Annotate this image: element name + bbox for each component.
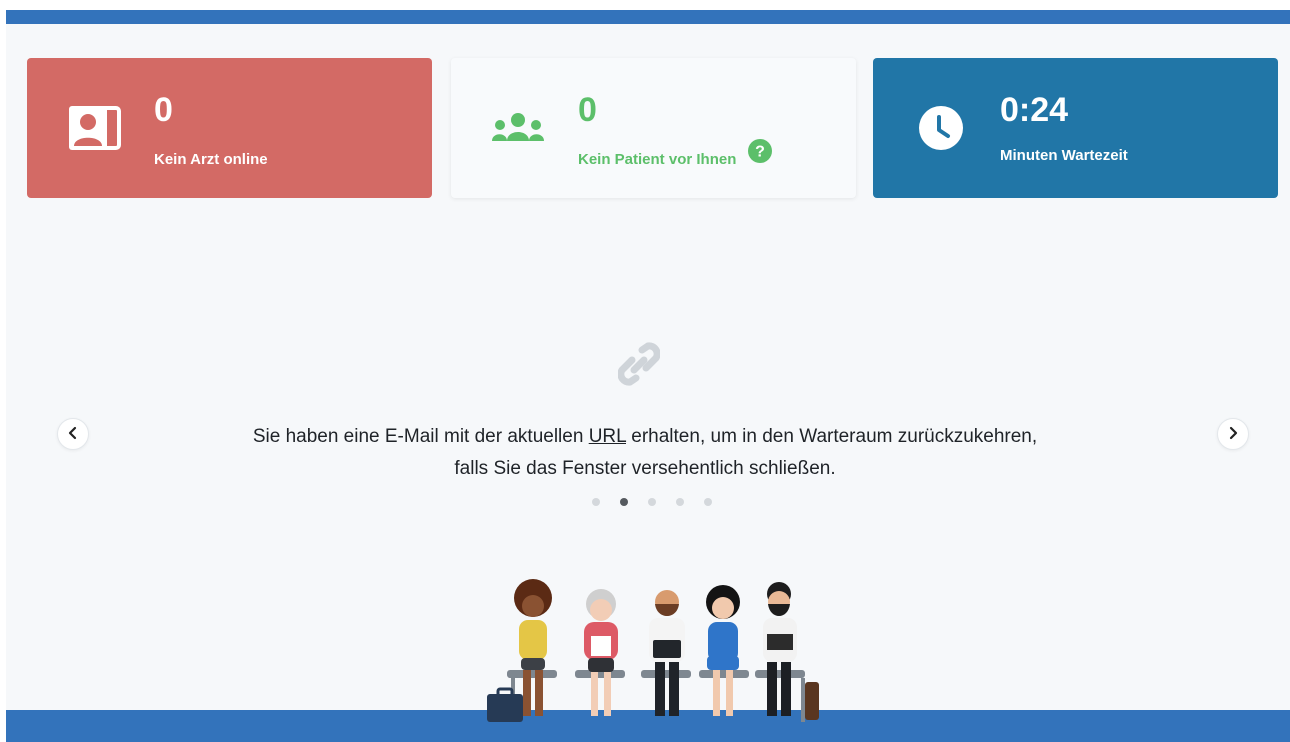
wait-time-label: Minuten Wartezeit <box>1000 147 1128 164</box>
carousel-message: Sie haben eine E-Mail mit der aktuellen … <box>245 421 1045 485</box>
patients-ahead-card: 0 Kein Patient vor Ihnen ? <box>451 58 856 198</box>
person-4 <box>706 585 740 716</box>
carousel-message-start: Sie haben eine E-Mail mit der aktuellen <box>252 426 589 447</box>
carousel-dot[interactable] <box>620 498 628 506</box>
wait-time-value: 0:24 <box>1000 91 1069 129</box>
person-5 <box>763 582 819 720</box>
chevron-right-icon <box>1227 426 1239 443</box>
doctor-screen-icon <box>69 106 121 155</box>
carousel-dot[interactable] <box>676 498 684 506</box>
person-3 <box>649 590 685 716</box>
chevron-left-icon <box>67 426 79 443</box>
patients-ahead-count: 0 <box>578 91 597 129</box>
carousel-dot[interactable] <box>592 498 600 506</box>
doctors-online-label: Kein Arzt online <box>154 151 268 168</box>
top-brand-bar <box>6 10 1290 24</box>
carousel-dot[interactable] <box>648 498 656 506</box>
url-link[interactable]: URL <box>589 426 626 447</box>
clock-icon <box>919 106 963 155</box>
carousel-pagination <box>592 498 712 508</box>
link-icon <box>617 340 661 393</box>
doctors-online-count: 0 <box>154 91 173 129</box>
carousel-next-button[interactable] <box>1217 418 1249 450</box>
waiting-people-illustration <box>485 574 825 739</box>
person-2 <box>584 589 618 716</box>
svg-text:?: ? <box>755 144 765 161</box>
patients-ahead-label: Kein Patient vor Ihnen <box>578 151 737 168</box>
person-1 <box>487 579 552 722</box>
wait-time-card: 0:24 Minuten Wartezeit <box>873 58 1278 198</box>
users-icon <box>490 113 546 148</box>
doctors-online-card: 0 Kein Arzt online <box>27 58 432 198</box>
carousel-dot[interactable] <box>704 498 712 506</box>
carousel-prev-button[interactable] <box>57 418 89 450</box>
question-circle-icon[interactable]: ? <box>748 139 773 168</box>
